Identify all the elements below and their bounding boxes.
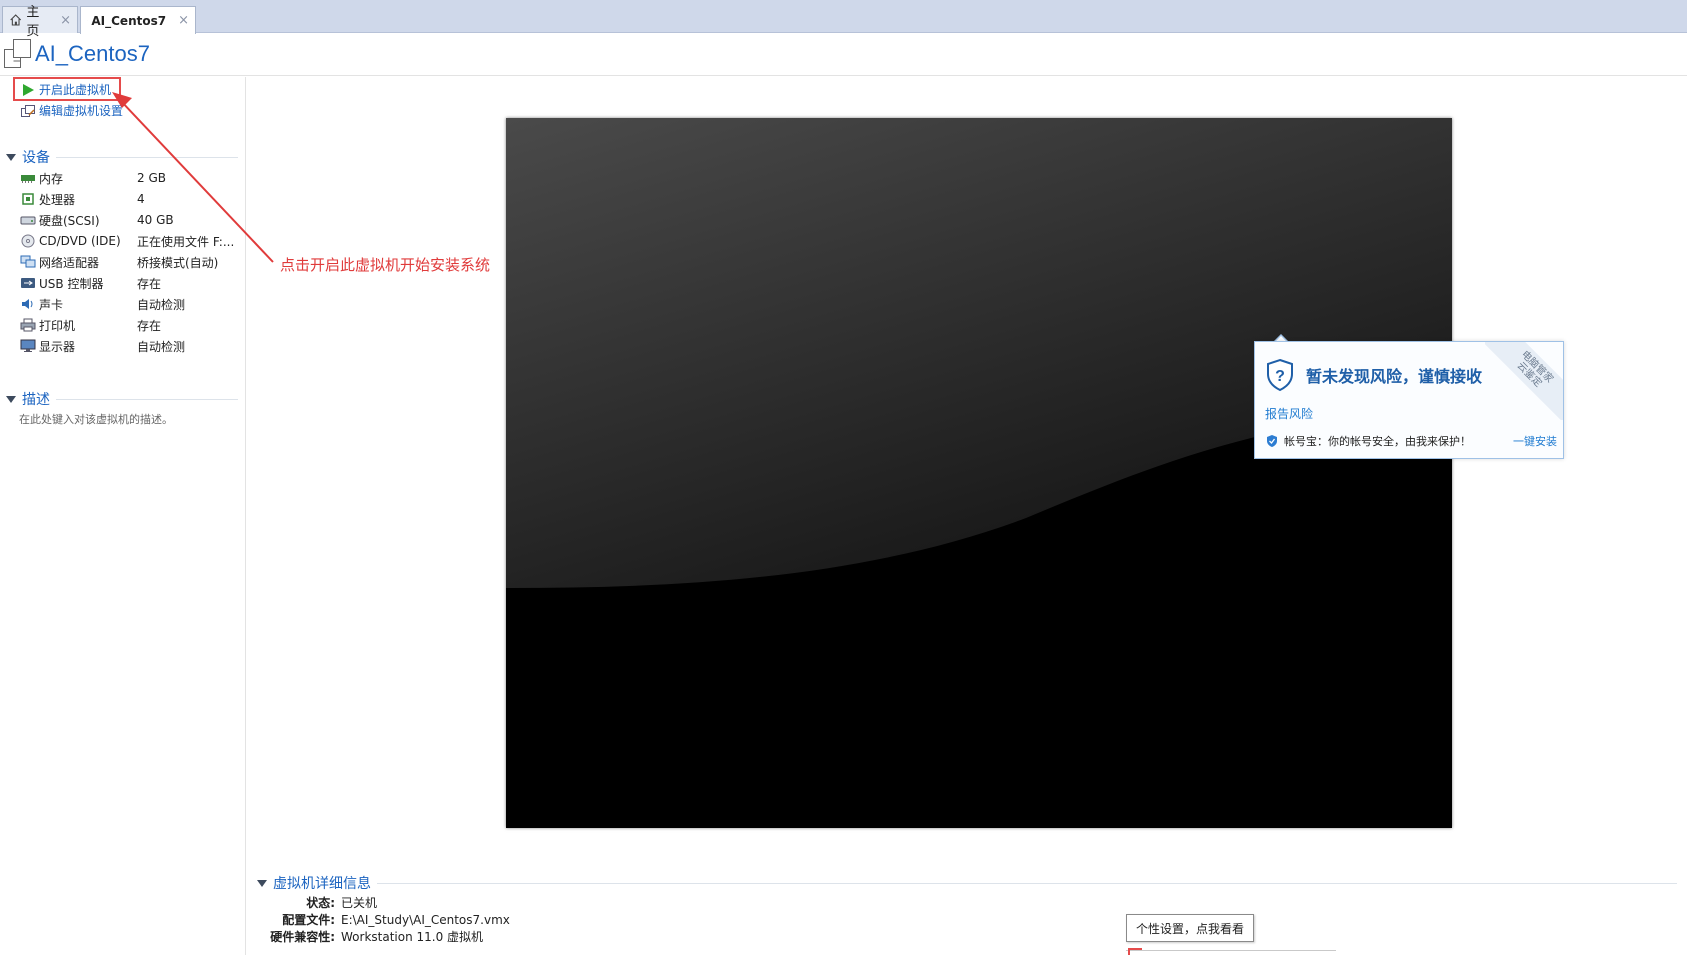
cloud-verify-ribbon: 电脑管家 云鉴定 (1485, 342, 1563, 420)
device-value: 2 GB (137, 171, 166, 185)
ribbon-text: 电脑管家 云鉴定 (1485, 342, 1563, 420)
vm-large-icon (4, 39, 31, 68)
description-section-header[interactable]: 描述 (6, 389, 238, 409)
device-name: 硬盘(SCSI) (39, 213, 100, 228)
detail-value: E:\AI_Study\AI_Centos7.vmx (341, 912, 510, 927)
vm-screen-preview[interactable] (506, 118, 1452, 828)
tab-ai-centos7-close-icon[interactable]: × (178, 13, 189, 28)
vm-details-heading: 虚拟机详细信息 (273, 876, 371, 892)
device-row-monitor[interactable]: 显示器 自动检测 (20, 335, 240, 357)
device-row-printer[interactable]: 打印机 存在 (20, 314, 240, 336)
device-row-usb[interactable]: USB 控制器 存在 (20, 272, 240, 294)
page-title: AI_Centos7 (35, 41, 150, 66)
sound-icon (22, 299, 33, 309)
report-risk-link[interactable]: 报告风险 (1265, 405, 1313, 422)
edit-settings-label: 编辑虚拟机设置 (39, 104, 124, 118)
monitor-icon (20, 339, 36, 352)
popup-title: 暂未发现风险，谨慎接收 (1306, 367, 1483, 386)
vm-title-bar: AI_Centos7 (0, 33, 1687, 76)
detail-row-config-file: 配置文件: E:\AI_Study\AI_Centos7.vmx (255, 911, 755, 928)
screen-gloss (506, 118, 1452, 828)
device-value: 40 GB (137, 213, 174, 227)
memory-icon (21, 175, 35, 183)
vm-details-section-header[interactable]: 虚拟机详细信息 (257, 873, 1677, 893)
edit-settings-button[interactable]: 编辑虚拟机设置 (20, 102, 123, 119)
devices-section-header[interactable]: 设备 (6, 147, 238, 167)
device-name: USB 控制器 (39, 276, 104, 291)
device-row-sound[interactable]: 声卡 自动检测 (20, 293, 240, 315)
power-on-label: 开启此虚拟机 (39, 83, 112, 97)
bottom-widget-marker (1128, 948, 1142, 955)
device-row-network[interactable]: 网络适配器 桥接模式(自动) (20, 251, 240, 273)
tab-ai-centos7-label: AI_Centos7 (91, 13, 167, 28)
network-icon (20, 255, 36, 268)
divider (377, 882, 1677, 884)
device-value: 4 (137, 192, 145, 206)
device-value: 自动检测 (137, 297, 186, 312)
collapse-triangle-icon (6, 153, 16, 161)
divider (56, 156, 238, 158)
bottom-widget-edge (1126, 950, 1336, 955)
collapse-triangle-icon (6, 395, 16, 403)
tab-home[interactable]: 主页 × (2, 5, 78, 39)
tab-strip: 主页 × AI_Centos7 × (0, 0, 1687, 39)
small-shield-icon (1267, 435, 1277, 447)
security-popup: ? 暂未发现风险，谨慎接收 报告风险 帐号宝：你的帐号安全，由我来保护！ 一键安… (1254, 341, 1564, 459)
device-value: 正在使用文件 F:... (137, 234, 235, 249)
device-row-memory[interactable]: 内存 2 GB (20, 167, 240, 189)
device-value: 桥接模式(自动) (137, 255, 219, 270)
detail-row-status: 状态: 已关机 (255, 894, 755, 911)
device-name: CD/DVD (IDE) (39, 234, 121, 248)
device-name: 打印机 (39, 318, 76, 333)
left-panel: 开启此虚拟机 编辑虚拟机设置 设备 内存 2 GB 处理器 4 硬盘(SCSI)… (0, 77, 246, 955)
device-row-cpu[interactable]: 处理器 4 (20, 188, 240, 210)
detail-value: Workstation 11.0 虚拟机 (341, 930, 484, 944)
devices-heading: 设备 (22, 150, 50, 166)
cd-icon (21, 234, 35, 248)
harddisk-icon (20, 216, 36, 225)
home-icon (10, 14, 22, 26)
device-value: 自动检测 (137, 339, 186, 354)
detail-key: 配置文件: (282, 913, 335, 927)
device-name: 声卡 (39, 297, 64, 312)
tab-ai-centos7[interactable]: AI_Centos7 × (80, 6, 196, 34)
power-on-button[interactable]: 开启此虚拟机 (20, 81, 111, 98)
collapse-triangle-icon (257, 879, 267, 887)
detail-key: 状态: (306, 896, 335, 910)
annotation-text: 点击开启此虚拟机开始安装系统 (280, 256, 491, 274)
account-protection-row: 帐号宝：你的帐号安全，由我来保护！ (1265, 433, 1471, 449)
svg-text:?: ? (1275, 368, 1285, 385)
account-text: 帐号宝：你的帐号安全，由我来保护！ (1284, 435, 1471, 448)
device-row-harddisk[interactable]: 硬盘(SCSI) 40 GB (20, 209, 240, 231)
edit-settings-icon (21, 104, 35, 117)
detail-value: 已关机 (341, 896, 378, 910)
usb-icon (21, 278, 35, 288)
divider (56, 398, 238, 400)
device-name: 内存 (39, 171, 64, 186)
personalize-tooltip[interactable]: 个性设置，点我看看 (1126, 914, 1254, 942)
install-link[interactable]: 一键安装 (1513, 433, 1557, 449)
cpu-icon (22, 193, 34, 205)
description-heading: 描述 (22, 392, 50, 408)
device-name: 处理器 (39, 192, 76, 207)
detail-key: 硬件兼容性: (270, 930, 335, 944)
printer-icon (20, 318, 36, 332)
device-name: 显示器 (39, 339, 76, 354)
device-value: 存在 (137, 318, 162, 333)
device-value: 存在 (137, 276, 162, 291)
device-row-cd-dvd[interactable]: CD/DVD (IDE) 正在使用文件 F:... (20, 230, 240, 252)
play-icon (23, 83, 34, 96)
shield-question-icon: ? (1267, 358, 1293, 392)
description-input[interactable]: 在此处键入对该虚拟机的描述。 (19, 411, 173, 427)
device-name: 网络适配器 (39, 255, 100, 270)
tab-home-close-icon[interactable]: × (60, 13, 71, 28)
detail-row-compatibility: 硬件兼容性: Workstation 11.0 虚拟机 (255, 928, 755, 945)
